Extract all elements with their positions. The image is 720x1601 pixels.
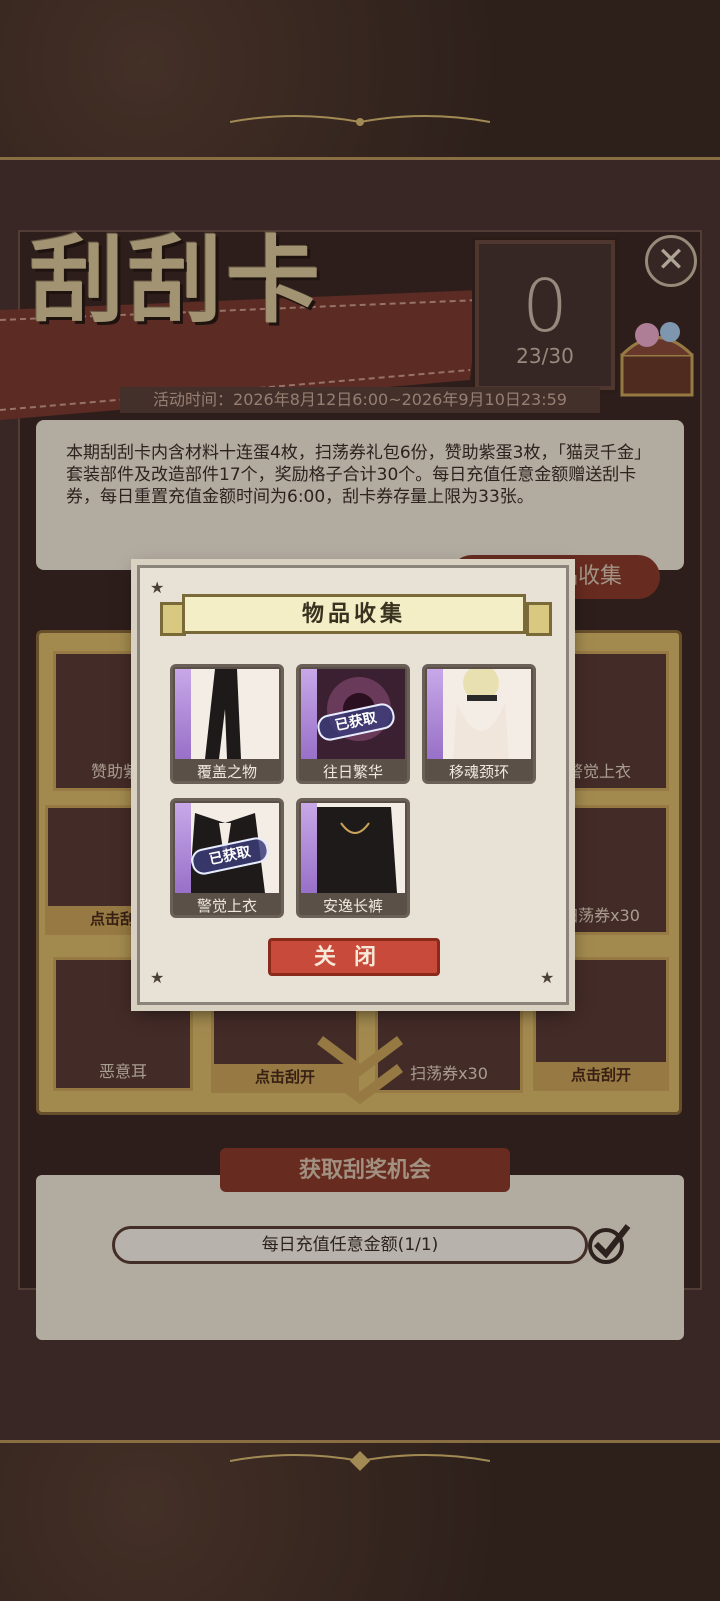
collection-item[interactable]: 覆盖之物 (170, 664, 284, 784)
item-name: 警觉上衣 (196, 897, 257, 915)
rarity-stars (301, 803, 317, 893)
modal-title: 物品收集 (182, 594, 526, 634)
item-name: 覆盖之物 (196, 763, 257, 781)
modal-close-button[interactable]: 关闭 (268, 938, 440, 976)
banner-tail (526, 602, 552, 636)
collection-item[interactable]: 已获取 往日繁华 (296, 664, 410, 784)
item-name: 往日繁华 (322, 763, 383, 781)
star-icon: ★ (150, 578, 165, 597)
collection-item[interactable]: 已获取 警觉上衣 (170, 798, 284, 918)
collection-item[interactable]: 安逸长裤 (296, 798, 410, 918)
star-icon: ★ (150, 968, 165, 987)
item-name: 安逸长裤 (322, 897, 383, 915)
star-icon: ★ (540, 968, 555, 987)
rarity-stars (427, 669, 443, 759)
rarity-stars (175, 803, 191, 893)
rarity-stars (301, 669, 317, 759)
collection-modal: ★ ★ ★ 物品收集 覆盖之物 已获取 往日繁华 移魂颈环 已获取 警觉上衣 安… (137, 565, 569, 1005)
rarity-stars (175, 669, 191, 759)
item-name: 移魂颈环 (448, 763, 509, 781)
collection-item[interactable]: 移魂颈环 (422, 664, 536, 784)
